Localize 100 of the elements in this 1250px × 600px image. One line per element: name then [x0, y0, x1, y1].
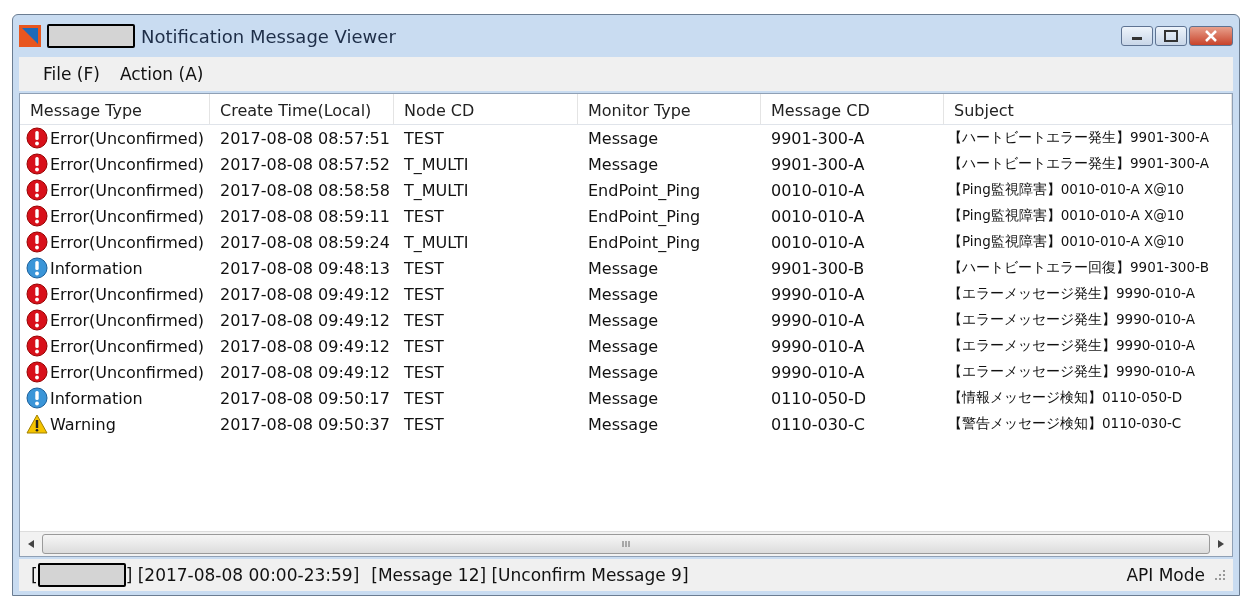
column-header[interactable]: Message CD — [761, 94, 944, 124]
status-message-count: [Message 12] [Unconfirm Message 9] — [371, 565, 689, 585]
app-icon — [19, 25, 41, 47]
error-icon — [26, 127, 48, 149]
table-cell-text: TEST — [403, 258, 445, 278]
table-cell-text: 【警告メッセージ検知】0110-030-C — [947, 415, 1183, 433]
table-cell-text: 0110-050-D — [770, 388, 868, 408]
table-cell-text: 【Ping監視障害】0010-010-A X@10 — [947, 207, 1186, 225]
status-mode: API Mode — [1126, 565, 1205, 585]
info-icon — [26, 257, 48, 279]
table-cell-text: Message — [587, 362, 660, 382]
table-cell-text: 【ハートビートエラー発生】9901-300-A — [947, 129, 1211, 147]
table-cell-text: Message — [587, 336, 660, 356]
maximize-button[interactable] — [1155, 26, 1187, 46]
table-cell-text: EndPoint_Ping — [587, 232, 702, 252]
message-type-text: Information — [49, 388, 143, 408]
table-cell-text: 9990-010-A — [770, 336, 866, 356]
table-cell-text: Message — [587, 284, 660, 304]
table-cell-text: TEST — [403, 128, 445, 148]
column-header[interactable]: Monitor Type — [578, 94, 761, 124]
message-type-text: Warning — [49, 414, 116, 434]
table-cell-text: 2017-08-08 08:57:51 — [219, 128, 391, 148]
table-cell-text: 0010-010-A — [770, 232, 866, 252]
message-type-text: Error(Unconfirmed) — [49, 128, 205, 148]
table-cell-text: 9990-010-A — [770, 310, 866, 330]
message-type-text: Error(Unconfirmed) — [49, 336, 205, 356]
table-cell-text: 2017-08-08 09:50:17 — [219, 388, 391, 408]
menu-item[interactable]: File (F) — [33, 60, 110, 88]
horizontal-scrollbar[interactable] — [20, 531, 1232, 556]
error-icon — [26, 179, 48, 201]
table-cell-text: 2017-08-08 09:49:12 — [219, 362, 391, 382]
info-icon — [26, 387, 48, 409]
message-type-text: Information — [49, 258, 143, 278]
column-header[interactable]: Node CD — [394, 94, 578, 124]
window-title: Notification Message Viewer — [141, 25, 396, 47]
table-cell-text: 【Ping監視障害】0010-010-A X@10 — [947, 181, 1186, 199]
message-type-text: Error(Unconfirmed) — [49, 362, 205, 382]
table-cell-text: TEST — [403, 284, 445, 304]
table-cell-text: 2017-08-08 09:49:12 — [219, 336, 391, 356]
table-cell-text: 【エラーメッセージ発生】9990-010-A — [947, 311, 1197, 329]
error-icon — [26, 231, 48, 253]
message-type-text: Error(Unconfirmed) — [49, 154, 205, 174]
table-cell-text: 2017-08-08 09:50:37 — [219, 414, 391, 434]
error-icon — [26, 335, 48, 357]
table-cell-text: T_MULTI — [403, 180, 470, 200]
minimize-button[interactable] — [1121, 26, 1153, 46]
table-cell-text: 2017-08-08 08:59:11 — [219, 206, 391, 226]
table-cell-text: TEST — [403, 362, 445, 382]
status-date-range: ] [2017-08-08 00:00-23:59] — [125, 565, 360, 585]
table-cell-text: 9901-300-B — [770, 258, 866, 278]
table-cell-text: 2017-08-08 09:49:12 — [219, 284, 391, 304]
table-cell-text: Message — [587, 310, 660, 330]
table-cell-text: 9990-010-A — [770, 362, 866, 382]
table-cell-text: T_MULTI — [403, 232, 470, 252]
table-cell-text: Message — [587, 258, 660, 278]
close-button[interactable] — [1189, 26, 1233, 46]
error-icon — [26, 283, 48, 305]
message-type-text: Error(Unconfirmed) — [49, 206, 205, 226]
table-cell-text: Message — [587, 388, 660, 408]
table-cell-text: 9901-300-A — [770, 154, 866, 174]
table-cell-text: 2017-08-08 08:59:24 — [219, 232, 391, 252]
column-header[interactable]: Message Type — [20, 94, 210, 124]
table-cell-text: 2017-08-08 08:58:58 — [219, 180, 391, 200]
message-type-text: Error(Unconfirmed) — [49, 232, 205, 252]
table-cell-text: 2017-08-08 09:49:12 — [219, 310, 391, 330]
table-cell-text: 0010-010-A — [770, 180, 866, 200]
table-cell-text: TEST — [403, 206, 445, 226]
message-type-text: Error(Unconfirmed) — [49, 180, 205, 200]
maximize-icon — [1164, 30, 1178, 42]
table-cell-text: 【情報メッセージ検知】0110-050-D — [947, 389, 1184, 407]
menu-item[interactable]: Action (A) — [109, 60, 214, 88]
table-cell-text: Message — [587, 154, 660, 174]
error-icon — [26, 361, 48, 383]
table-cell-text: EndPoint_Ping — [587, 180, 702, 200]
table-cell-text: 9901-300-A — [770, 128, 866, 148]
table-cell-text: 【エラーメッセージ発生】9990-010-A — [947, 337, 1197, 355]
table-cell-text: 0010-010-A — [770, 206, 866, 226]
table-cell-text: 【ハートビートエラー発生】9901-300-A — [947, 155, 1211, 173]
status-text: [ — [31, 565, 38, 585]
column-header[interactable]: Subject — [944, 94, 1232, 124]
table-cell-text: 【ハートビートエラー回復】9901-300-B — [947, 259, 1211, 277]
table-cell-text: 【エラーメッセージ発生】9990-010-A — [947, 285, 1197, 303]
table-cell-text: Message — [587, 128, 660, 148]
table-cell-text: 【Ping監視障害】0010-010-A X@10 — [947, 233, 1186, 251]
error-icon — [26, 153, 48, 175]
table-cell-text: 2017-08-08 09:48:13 — [219, 258, 391, 278]
error-icon — [26, 205, 48, 227]
table-cell-text: EndPoint_Ping — [587, 206, 702, 226]
error-icon — [26, 309, 48, 331]
column-header[interactable]: Create Time(Local) — [210, 94, 394, 124]
resize-grip-icon[interactable] — [1215, 570, 1225, 580]
table-cell-text: 9990-010-A — [770, 284, 866, 304]
table-cell-text: T_MULTI — [403, 154, 470, 174]
table-cell-text: TEST — [403, 414, 445, 434]
table-cell-text: TEST — [403, 388, 445, 408]
scrollbar-thumb[interactable] — [42, 534, 1210, 554]
table-cell-text: TEST — [403, 310, 445, 330]
table-cell-text: 0110-030-C — [770, 414, 866, 434]
table-cell-text: 2017-08-08 08:57:52 — [219, 154, 391, 174]
message-type-text: Error(Unconfirmed) — [49, 310, 205, 330]
